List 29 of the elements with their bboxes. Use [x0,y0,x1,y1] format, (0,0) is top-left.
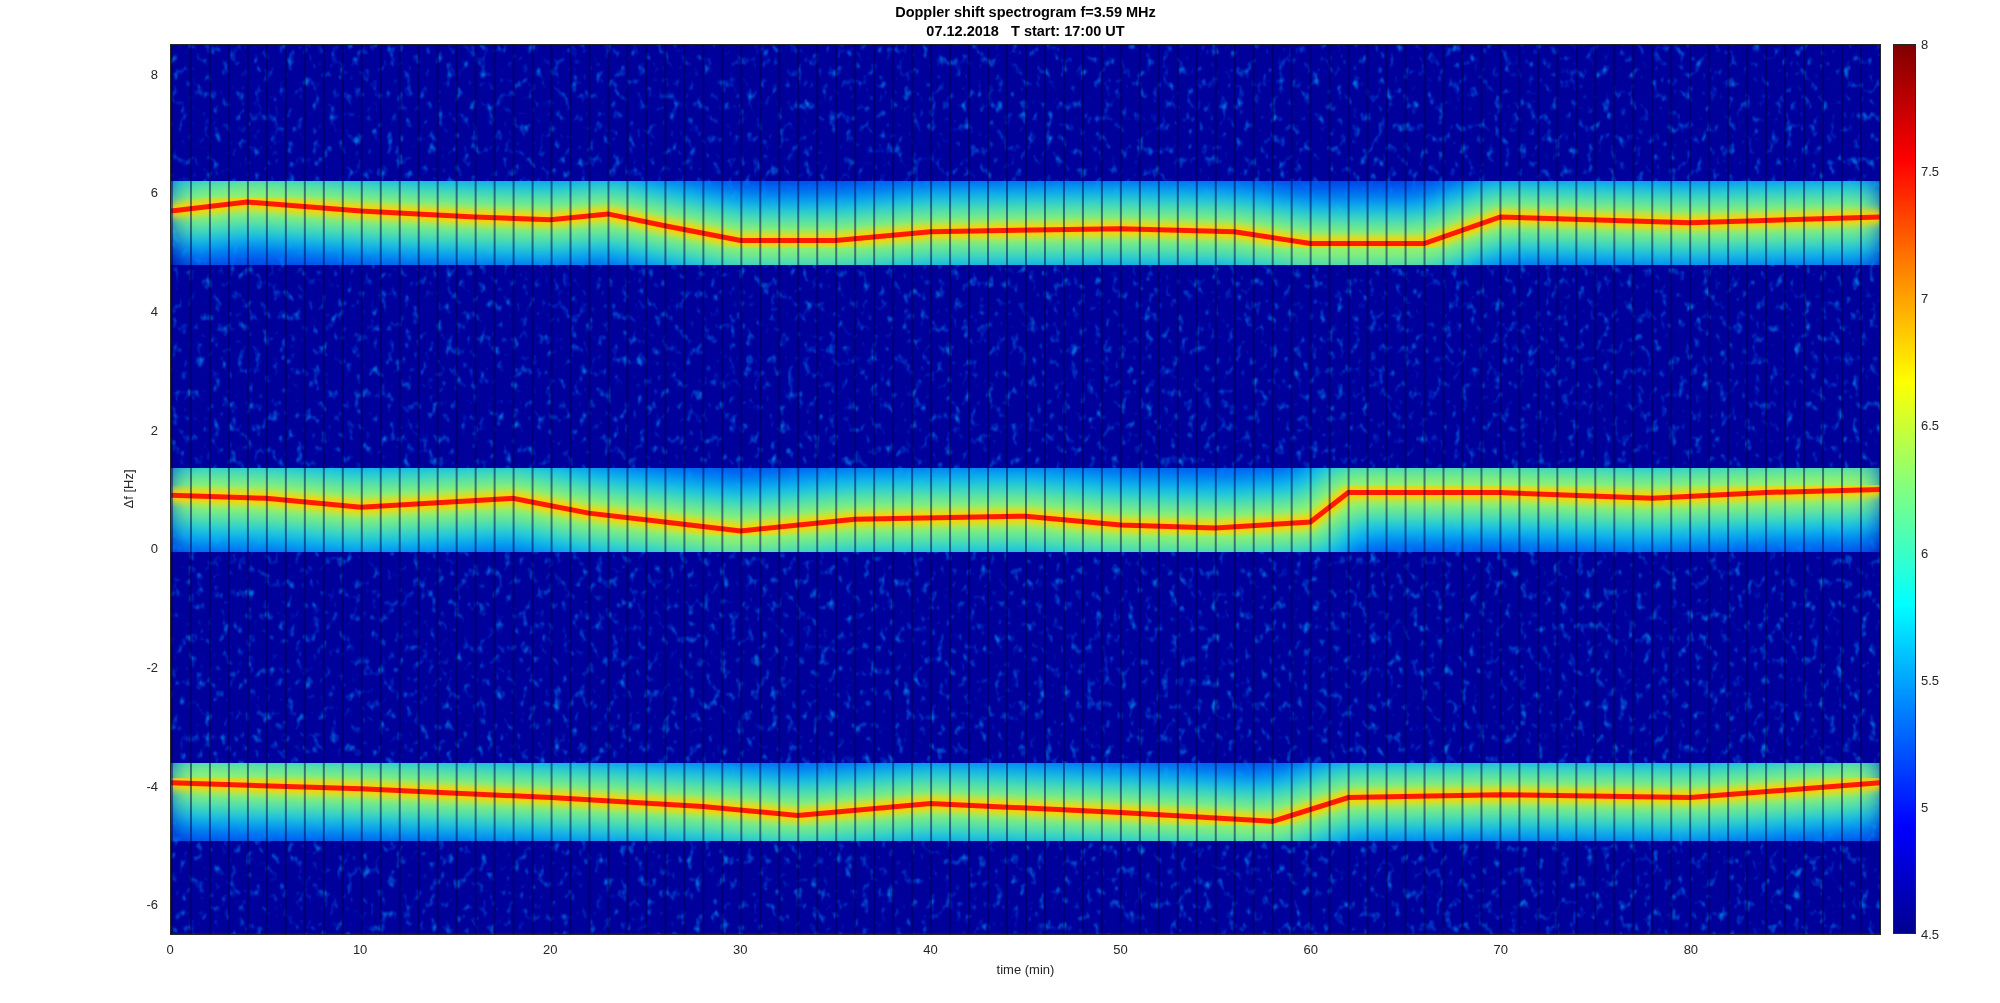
y-tick-label: -2 [146,659,158,675]
x-tick-label: 40 [923,942,938,957]
y-tick-label: 6 [150,184,158,200]
y-tick-label: 4 [150,303,158,319]
x-axis-label: time (min) [996,962,1055,977]
y-tick-label: 2 [150,422,158,438]
x-tick-label: 0 [166,942,174,957]
x-tick-label: 20 [543,942,558,957]
colorbar-tick-label: 4.5 [1921,926,1940,942]
colorbar-tick-label: 7 [1921,290,1929,306]
y-tick-label: 8 [150,66,158,82]
y-axis-label: Δf [Hz] [120,469,136,509]
colorbar-tick-label: 5 [1921,799,1929,815]
chart-subtitle: 07.12.2018 T start: 17:00 UT [926,23,1125,40]
colorbar-tick-label: 7.5 [1921,163,1940,179]
y-tick-label: -4 [146,778,158,794]
x-tick-label: 10 [352,942,368,957]
colorbar-tick-label: 6.5 [1921,417,1940,433]
x-tick-label: 70 [1493,942,1508,957]
y-tick-label: 0 [150,540,158,556]
chart-title: Doppler shift spectrogram f=3.59 MHz [895,4,1156,21]
y-tick-label: -6 [146,896,158,912]
colorbar-tick-label: 8 [1921,36,1929,52]
x-tick-label: 30 [733,942,748,957]
x-tick-label: 50 [1113,942,1128,957]
colorbar-tick-label: 5.5 [1921,672,1940,688]
x-tick-label: 80 [1683,942,1699,957]
colorbar-tick-label: 6 [1921,545,1929,561]
x-tick-label: 60 [1303,942,1318,957]
